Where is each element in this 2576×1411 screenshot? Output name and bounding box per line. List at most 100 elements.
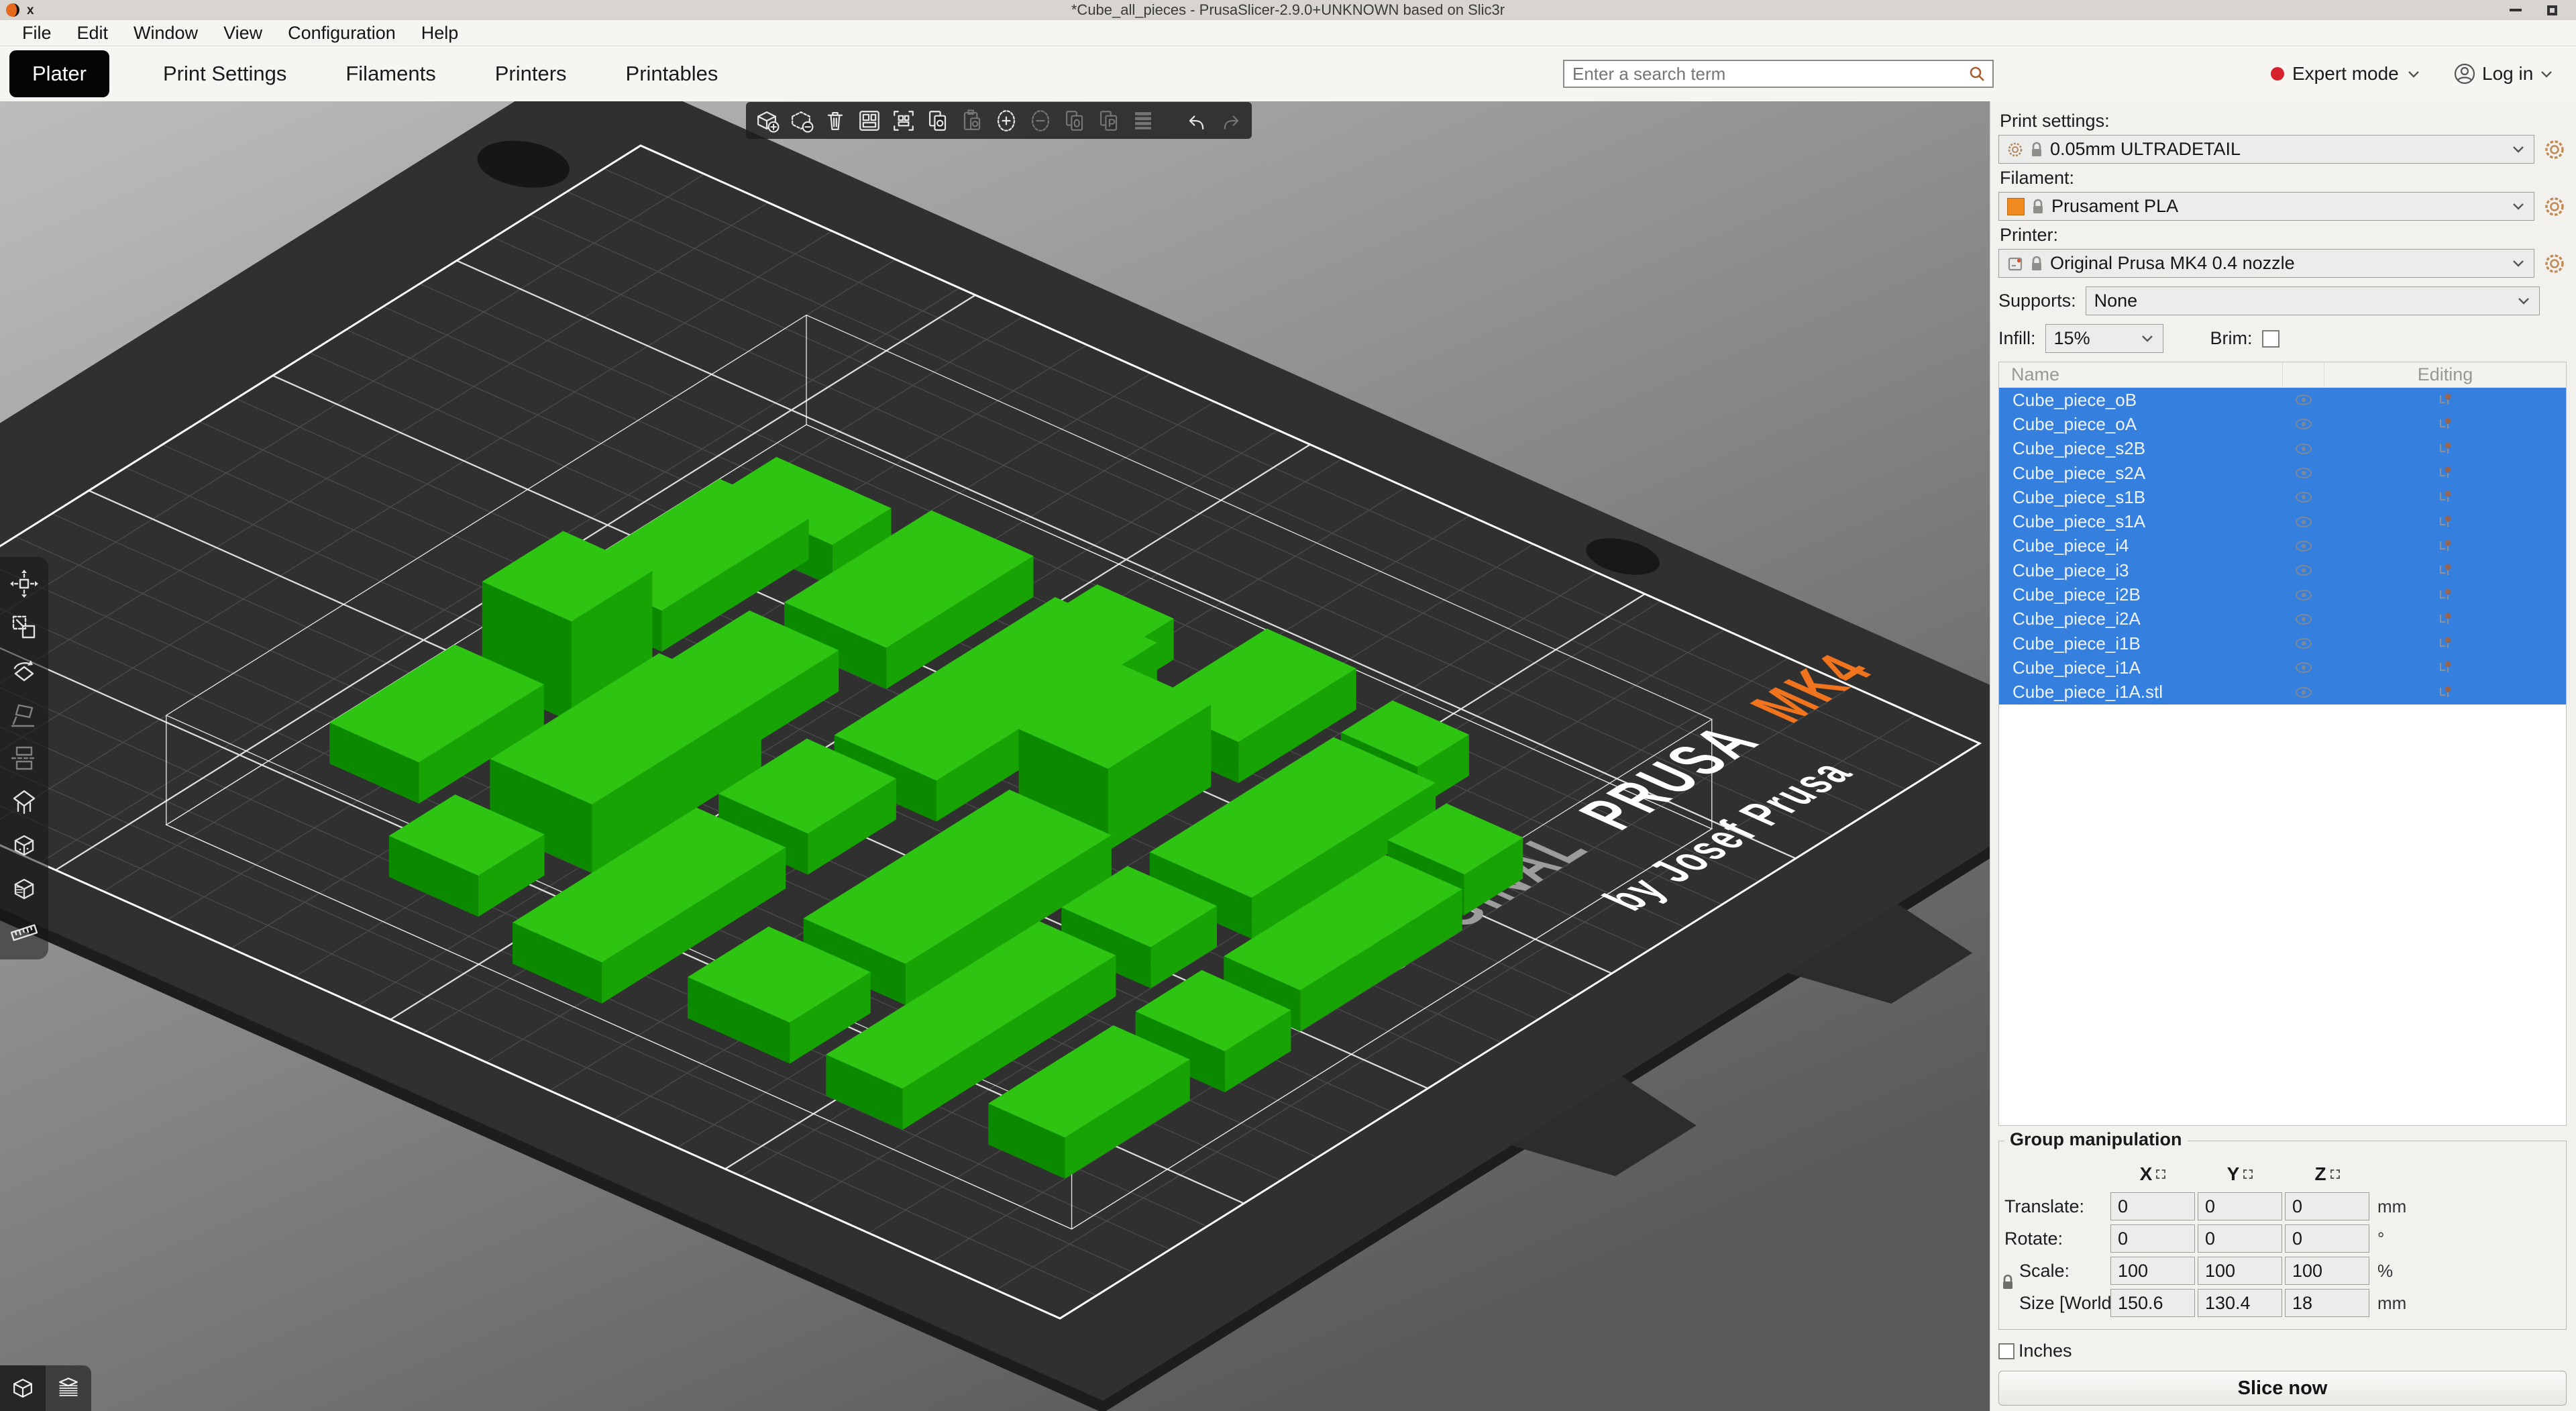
translate-y-input[interactable]: 0 (2198, 1192, 2282, 1220)
eye-icon[interactable] (2283, 515, 2324, 529)
object-row[interactable]: Cube_piece_s2A (1999, 461, 2566, 485)
editing-icon[interactable] (2324, 611, 2566, 628)
editing-icon[interactable] (2324, 488, 2566, 506)
eye-icon[interactable] (2283, 442, 2324, 456)
scale-x-input[interactable]: 100 (2110, 1257, 2195, 1285)
eye-icon[interactable] (2283, 661, 2324, 674)
editing-icon[interactable] (2324, 537, 2566, 555)
split-objects-icon[interactable] (1060, 106, 1089, 136)
size-world-x-input[interactable]: 150.6 (2110, 1289, 2195, 1317)
eye-icon[interactable] (2283, 490, 2324, 504)
edit-preset-gear-icon[interactable] (2542, 252, 2567, 276)
copy-icon[interactable] (923, 106, 953, 136)
menu-item-configuration[interactable]: Configuration (275, 23, 409, 44)
menu-item-help[interactable]: Help (409, 23, 472, 44)
print-settings-dropdown[interactable]: 0.05mm ULTRADETAIL (1998, 135, 2534, 164)
object-row[interactable]: Cube_piece_i2B (1999, 582, 2566, 607)
translate-z-input[interactable]: 0 (2285, 1192, 2369, 1220)
3d-viewport[interactable]: ORIGINAL PRUSA MK4 by Josef Prusa (0, 101, 1990, 1411)
object-row[interactable]: Cube_piece_i4 (1999, 534, 2566, 558)
edit-preset-gear-icon[interactable] (2542, 138, 2567, 162)
eye-icon[interactable] (2283, 613, 2324, 626)
redo-icon[interactable] (1216, 106, 1246, 136)
rotate-y-input[interactable]: 0 (2198, 1224, 2282, 1253)
search-input[interactable] (1564, 64, 1968, 85)
seam-painting-icon[interactable] (8, 829, 40, 861)
editing-icon[interactable] (2324, 415, 2566, 433)
object-row[interactable]: Cube_piece_oB (1999, 388, 2566, 412)
arrange-selected-icon[interactable] (889, 106, 918, 136)
undo-icon[interactable] (1182, 106, 1212, 136)
object-row[interactable]: Cube_piece_s1B (1999, 485, 2566, 509)
paste-icon[interactable] (957, 106, 987, 136)
tab-printers[interactable]: Printers (490, 50, 572, 97)
eye-icon[interactable] (2283, 417, 2324, 431)
mode-selector[interactable]: Expert mode (2271, 56, 2420, 92)
login-button[interactable]: Log in (2454, 56, 2553, 92)
slice-now-button[interactable]: Slice now (1998, 1371, 2567, 1406)
object-row[interactable]: Cube_piece_i1A (1999, 656, 2566, 680)
object-row[interactable]: Cube_piece_i2A (1999, 607, 2566, 631)
tab-filaments[interactable]: Filaments (340, 50, 441, 97)
translate-x-input[interactable]: 0 (2110, 1192, 2195, 1220)
eye-icon[interactable] (2283, 564, 2324, 577)
place-on-face-icon[interactable] (8, 698, 40, 731)
eye-icon[interactable] (2283, 539, 2324, 553)
variable-layer-height-icon[interactable] (1128, 106, 1158, 136)
eye-icon[interactable] (2283, 393, 2324, 407)
menu-item-file[interactable]: File (9, 23, 64, 44)
brim-checkbox[interactable] (2262, 330, 2279, 348)
remove-instance-icon[interactable] (1026, 106, 1055, 136)
add-object-icon[interactable] (752, 106, 782, 136)
add-instance-icon[interactable] (991, 106, 1021, 136)
editing-icon[interactable] (2324, 659, 2566, 676)
editing-icon[interactable] (2324, 635, 2566, 652)
inches-checkbox[interactable] (1998, 1343, 2015, 1359)
printer-dropdown[interactable]: Original Prusa MK4 0.4 nozzle (1998, 249, 2534, 278)
menu-item-view[interactable]: View (211, 23, 275, 44)
move-icon[interactable] (8, 568, 40, 600)
tab-print-settings[interactable]: Print Settings (158, 50, 292, 97)
object-row[interactable]: Cube_piece_i1B (1999, 631, 2566, 656)
uniform-scale-lock-icon[interactable] (2000, 1273, 2015, 1292)
edit-preset-gear-icon[interactable] (2542, 195, 2567, 219)
tab-plater[interactable]: Plater (9, 50, 109, 97)
object-row[interactable]: Cube_piece_s1A (1999, 509, 2566, 533)
size-world-y-input[interactable]: 130.4 (2198, 1289, 2282, 1317)
minimize-button[interactable] (2510, 9, 2522, 11)
supports-dropdown[interactable]: None (2086, 286, 2540, 315)
editing-icon[interactable] (2324, 513, 2566, 531)
3d-editor-view-button[interactable] (0, 1365, 46, 1411)
eye-icon[interactable] (2283, 588, 2324, 602)
delete-object-icon[interactable] (786, 106, 816, 136)
object-row[interactable]: Cube_piece_s2B (1999, 437, 2566, 461)
eye-icon[interactable] (2283, 686, 2324, 699)
fuzzy-skin-icon[interactable] (8, 873, 40, 905)
delete-all-icon[interactable] (820, 106, 850, 136)
infill-dropdown[interactable]: 15% (2045, 324, 2163, 353)
eye-icon[interactable] (2283, 637, 2324, 650)
paint-supports-icon[interactable] (8, 786, 40, 818)
object-row[interactable]: Cube_piece_i1A.stl (1999, 680, 2566, 704)
scale-z-input[interactable]: 100 (2285, 1257, 2369, 1285)
size-world-z-input[interactable]: 18 (2285, 1289, 2369, 1317)
tab-printables[interactable]: Printables (621, 50, 724, 97)
arrange-icon[interactable] (855, 106, 884, 136)
filament-dropdown[interactable]: Prusament PLA (1998, 192, 2534, 221)
menu-item-edit[interactable]: Edit (64, 23, 121, 44)
cut-icon[interactable] (8, 742, 40, 774)
editing-icon[interactable] (2324, 440, 2566, 458)
preview-view-button[interactable] (46, 1365, 91, 1411)
measure-icon[interactable] (8, 917, 40, 949)
rotate-x-input[interactable]: 0 (2110, 1224, 2195, 1253)
editing-icon[interactable] (2324, 391, 2566, 409)
split-parts-icon[interactable] (1094, 106, 1124, 136)
menu-item-window[interactable]: Window (121, 23, 211, 44)
editing-icon[interactable] (2324, 684, 2566, 701)
object-row[interactable]: Cube_piece_i3 (1999, 558, 2566, 582)
editing-icon[interactable] (2324, 464, 2566, 482)
scale-icon[interactable] (8, 611, 40, 643)
rotate-icon[interactable] (8, 655, 40, 687)
object-row[interactable]: Cube_piece_oA (1999, 412, 2566, 436)
maximize-button[interactable] (2547, 5, 2557, 15)
